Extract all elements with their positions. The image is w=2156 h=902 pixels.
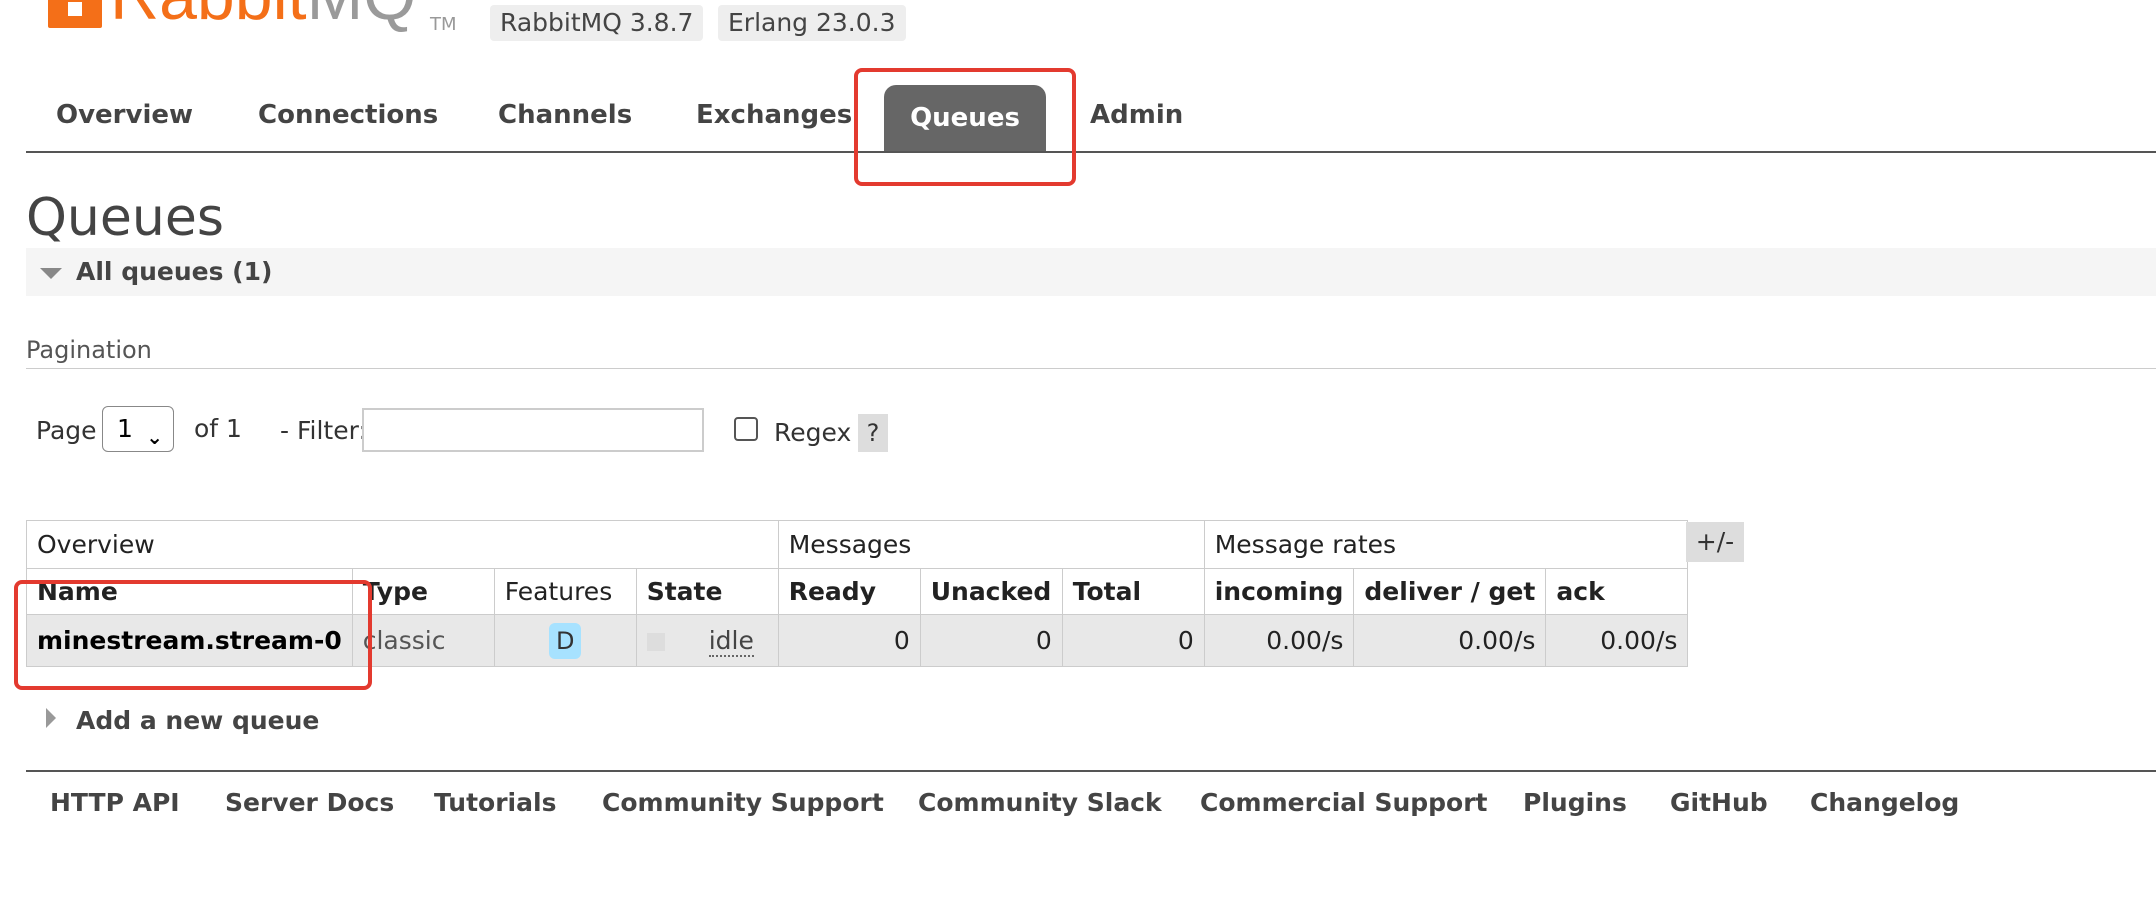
- regex-checkbox[interactable]: [734, 417, 758, 441]
- queue-name-highlight: [14, 580, 372, 690]
- footer-link-server-docs[interactable]: Server Docs: [225, 788, 394, 817]
- footer-link-plugins[interactable]: Plugins: [1523, 788, 1627, 817]
- col-features: Features: [493, 568, 637, 615]
- durable-feature-badge: D: [549, 622, 582, 659]
- logo-mq-text: MQ: [307, 0, 417, 34]
- footer-link-github[interactable]: GitHub: [1670, 788, 1768, 817]
- page-select[interactable]: 1 ⌄: [102, 406, 174, 452]
- add-new-queue-toggle[interactable]: Add a new queue: [76, 706, 319, 735]
- collapse-triangle-icon: [40, 268, 62, 279]
- group-message-rates: Message rates: [1203, 520, 1689, 569]
- expand-triangle-icon: [46, 708, 56, 728]
- tab-divider: [26, 151, 2156, 153]
- logo-rabbit-text: Rabbit: [110, 0, 307, 34]
- queue-type: classic: [362, 626, 446, 655]
- group-overview: Overview: [26, 520, 779, 569]
- tab-exchanges[interactable]: Exchanges: [696, 100, 852, 130]
- filter-input[interactable]: [362, 408, 704, 452]
- footer-link-tutorials[interactable]: Tutorials: [434, 788, 556, 817]
- col-state[interactable]: State: [635, 568, 779, 615]
- erlang-version-badge: Erlang 23.0.3: [718, 5, 906, 41]
- col-type[interactable]: Type: [351, 568, 495, 615]
- footer-link-community-slack[interactable]: Community Slack: [918, 788, 1162, 817]
- queues-tab-highlight: [854, 68, 1076, 186]
- queue-ack-rate: 0.00/s: [1545, 614, 1689, 667]
- footer-link-community-support[interactable]: Community Support: [602, 788, 884, 817]
- pagination-heading: Pagination: [26, 336, 152, 364]
- queue-features-cell: D: [493, 614, 637, 667]
- pagination-divider: [26, 368, 2156, 369]
- queue-unacked: 0: [919, 614, 1063, 667]
- footer-link-http-api[interactable]: HTTP API: [50, 788, 180, 817]
- col-ack[interactable]: ack: [1545, 568, 1689, 615]
- footer-link-changelog[interactable]: Changelog: [1810, 788, 1959, 817]
- all-queues-label: All queues (1): [76, 257, 273, 286]
- tab-overview[interactable]: Overview: [56, 100, 193, 130]
- col-total[interactable]: Total: [1061, 568, 1205, 615]
- trademark-label: TM: [430, 14, 457, 35]
- regex-label: Regex: [774, 418, 852, 447]
- toggle-columns-button[interactable]: +/-: [1686, 522, 1744, 562]
- queue-deliver-get-rate: 0.00/s: [1353, 614, 1547, 667]
- chevron-down-icon: ⌄: [146, 425, 163, 449]
- footer-link-commercial-support[interactable]: Commercial Support: [1200, 788, 1488, 817]
- col-deliver-get[interactable]: deliver / get: [1353, 568, 1547, 615]
- col-ready[interactable]: Ready: [777, 568, 921, 615]
- page-select-value: 1: [117, 414, 133, 443]
- filter-label: - Filter:: [280, 416, 367, 445]
- page-of-label: of 1: [194, 414, 242, 443]
- group-messages: Messages: [777, 520, 1205, 569]
- col-incoming[interactable]: incoming: [1203, 568, 1355, 615]
- queue-state: idle: [708, 626, 754, 657]
- tab-connections[interactable]: Connections: [258, 100, 438, 130]
- rabbitmq-logo-icon: [48, 0, 102, 28]
- all-queues-section-toggle[interactable]: All queues (1): [26, 248, 2156, 296]
- state-indicator-icon: [646, 633, 665, 651]
- rabbitmq-version-badge: RabbitMQ 3.8.7: [490, 5, 704, 41]
- rabbitmq-logo[interactable]: RabbitMQ: [110, 0, 416, 30]
- queue-state-cell: idle: [635, 614, 779, 667]
- page-title: Queues: [26, 188, 224, 248]
- queue-incoming-rate: 0.00/s: [1203, 614, 1355, 667]
- tab-channels[interactable]: Channels: [498, 100, 632, 130]
- page-label: Page: [36, 416, 97, 445]
- col-unacked[interactable]: Unacked: [919, 568, 1063, 615]
- tab-admin[interactable]: Admin: [1090, 100, 1183, 130]
- queue-type-cell: classic: [351, 614, 495, 667]
- queue-total: 0: [1061, 614, 1205, 667]
- regex-help-button[interactable]: ?: [858, 414, 888, 452]
- queue-ready: 0: [777, 614, 921, 667]
- footer-divider: [26, 770, 2156, 772]
